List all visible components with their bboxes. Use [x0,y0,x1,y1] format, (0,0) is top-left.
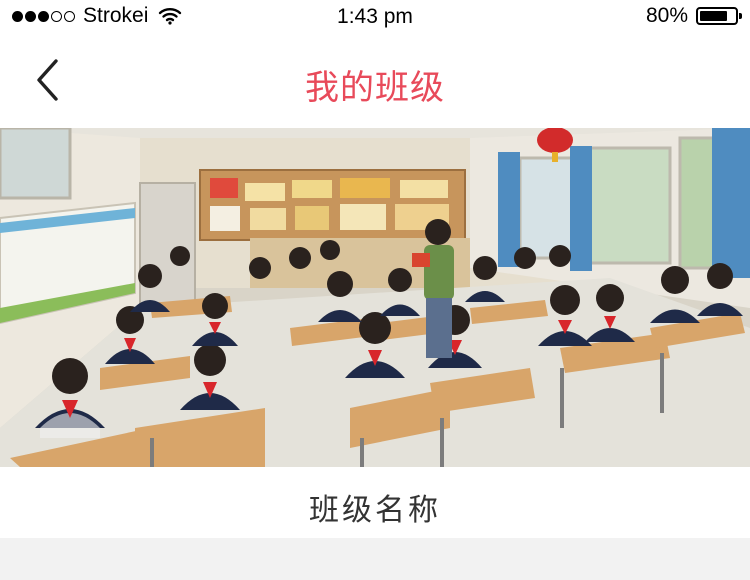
page-title: 我的班级 [305,68,445,108]
nav-bar: 我的班级 [0,32,750,128]
class-photo [0,128,750,467]
status-right: 80% [645,4,742,27]
battery-fill [700,11,728,21]
status-time: 1:43 pm [337,5,413,28]
battery-icon [696,7,742,25]
battery-percentage: 80% [645,4,688,27]
status-bar: Strokei 1:43 pm 80% [0,0,750,32]
class-name: 班级名称 [309,493,441,528]
classroom-photo [0,128,750,467]
class-name-section: 班级名称 [0,467,750,538]
